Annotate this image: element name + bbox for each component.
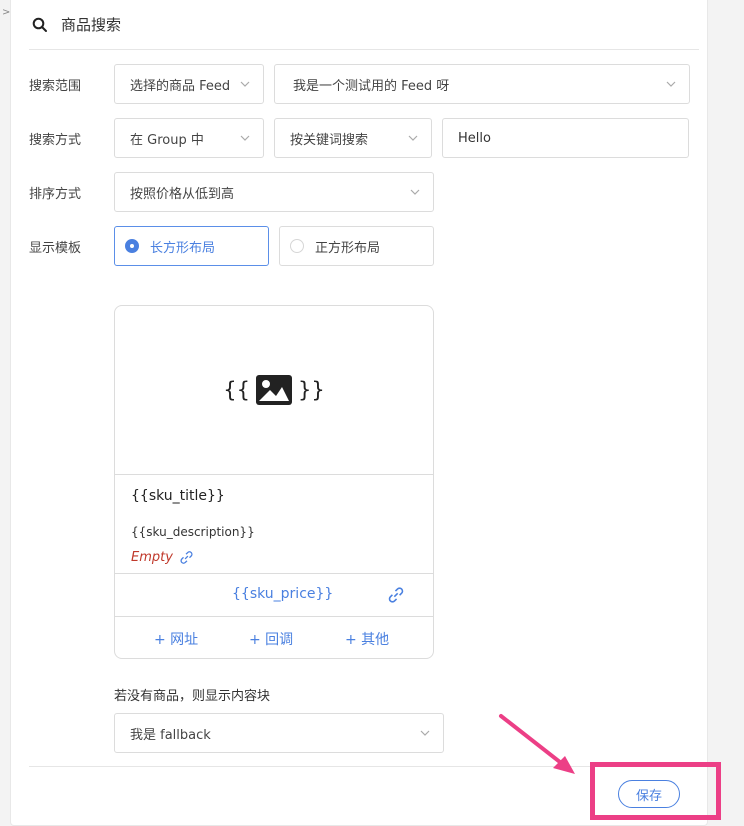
- feed-select-value: 我是一个测试用的 Feed 呀: [293, 78, 450, 94]
- sku-description[interactable]: {{sku_description}}: [131, 525, 255, 539]
- search-method-label: 搜索方式: [29, 133, 82, 148]
- card-actions-row: + 网址 + 回调 + 其他: [115, 616, 433, 658]
- add-url-button[interactable]: + 网址: [154, 629, 198, 649]
- add-callback-button[interactable]: + 回调: [249, 629, 293, 649]
- template-option-label: 正方形布局: [315, 240, 381, 256]
- scope-select-value: 选择的商品 Feed: [130, 78, 231, 94]
- fallback-label: 若没有商品，则显示内容块: [114, 689, 271, 704]
- template-option-square[interactable]: 正方形布局: [279, 226, 434, 266]
- template-label: 显示模板: [29, 241, 82, 256]
- footer-divider: [29, 766, 699, 767]
- panel-header: 商品搜索: [29, 0, 699, 50]
- panel-title: 商品搜索: [61, 16, 122, 34]
- image-icon: [256, 375, 292, 405]
- chevron-down-icon: [666, 81, 676, 87]
- empty-link-row: Empty: [131, 550, 194, 565]
- chevron-down-icon: [410, 189, 420, 195]
- feed-select[interactable]: 我是一个测试用的 Feed 呀: [274, 64, 690, 104]
- chevron-down-icon: [240, 135, 250, 141]
- radio-unselected-icon: [290, 239, 304, 253]
- image-brace-open: {{: [223, 378, 250, 402]
- price-row: {{sku_price}}: [115, 573, 433, 616]
- empty-label: Empty: [131, 550, 173, 565]
- fallback-select[interactable]: 我是 fallback: [114, 713, 444, 753]
- keyword-input-value: Hello: [458, 130, 491, 146]
- group-select[interactable]: 在 Group 中: [114, 118, 264, 158]
- sort-select[interactable]: 按照价格从低到高: [114, 172, 434, 212]
- card-image-placeholder[interactable]: {{ }}: [115, 306, 433, 475]
- save-button[interactable]: 保存: [618, 780, 680, 808]
- sku-title[interactable]: {{sku_title}}: [131, 488, 225, 504]
- template-option-label: 长方形布局: [150, 240, 216, 256]
- method-select[interactable]: 按关键词搜索: [274, 118, 432, 158]
- chevron-down-icon: [240, 81, 250, 87]
- chevron-down-icon: [408, 135, 418, 141]
- product-card-preview: {{ }} {{sku_title}} {{sku_description}} …: [114, 305, 434, 659]
- add-other-button[interactable]: + 其他: [345, 629, 389, 649]
- fallback-select-value: 我是 fallback: [130, 727, 211, 743]
- method-select-value: 按关键词搜索: [290, 132, 369, 148]
- link-icon[interactable]: [179, 550, 194, 565]
- scope-select[interactable]: 选择的商品 Feed: [114, 64, 264, 104]
- chevron-down-icon: [420, 730, 430, 736]
- search-scope-label: 搜索范围: [29, 79, 82, 94]
- image-brace-close: }}: [298, 378, 325, 402]
- sort-select-value: 按照价格从低到高: [130, 186, 235, 202]
- template-option-rectangle[interactable]: 长方形布局: [114, 226, 269, 266]
- product-search-panel: 商品搜索 搜索范围 选择的商品 Feed 我是一个测试用的 Feed 呀 搜索方…: [10, 0, 708, 826]
- group-select-value: 在 Group 中: [130, 132, 204, 148]
- link-icon[interactable]: [387, 586, 405, 604]
- radio-selected-icon: [125, 239, 139, 253]
- search-icon: [32, 17, 47, 32]
- keyword-input[interactable]: Hello: [442, 118, 689, 158]
- sort-label: 排序方式: [29, 187, 82, 202]
- sku-price[interactable]: {{sku_price}}: [232, 586, 333, 602]
- arrow-icon: [499, 714, 575, 774]
